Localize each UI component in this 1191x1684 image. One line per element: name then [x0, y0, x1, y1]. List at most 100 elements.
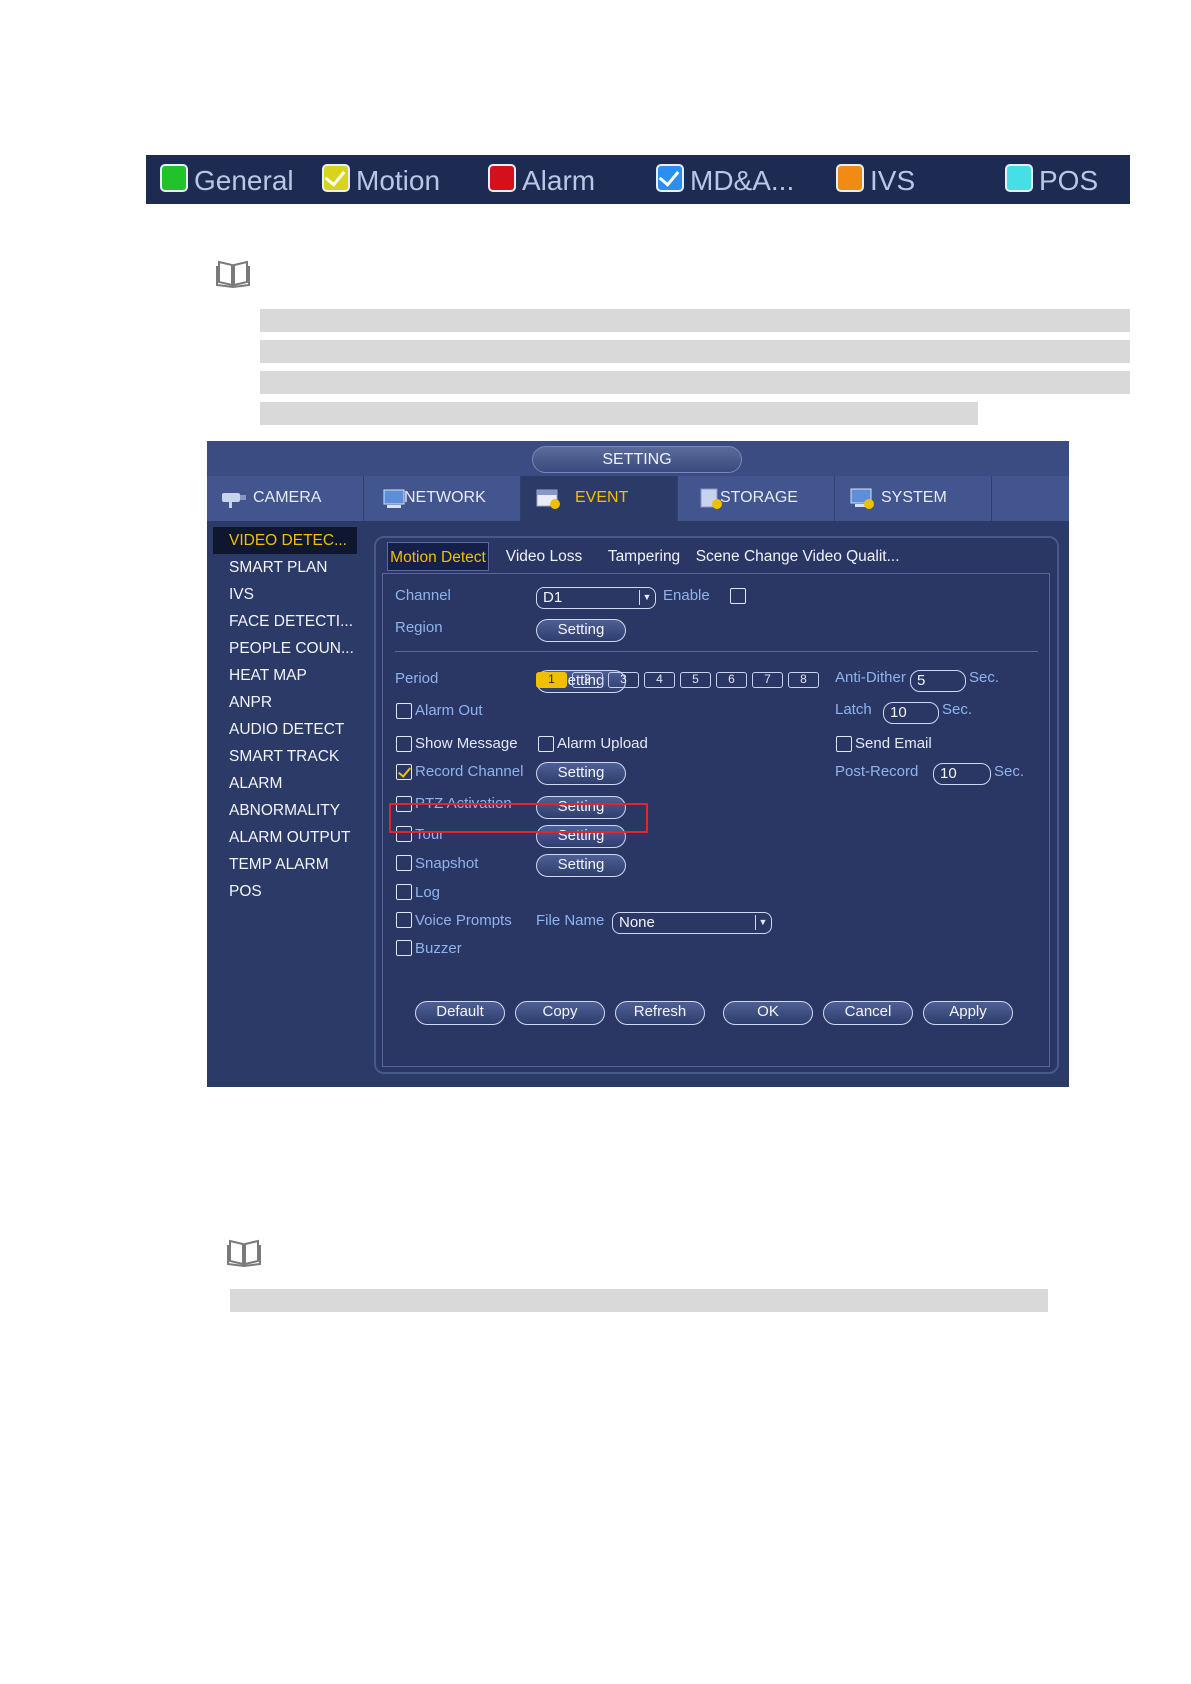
window-title: SETTING [532, 446, 742, 473]
latch-label: Latch [835, 701, 872, 718]
sidebar-item-alarm[interactable]: ALARM [213, 770, 357, 797]
chevron-down-icon: ▼ [639, 590, 654, 605]
file-name-value: None [619, 914, 655, 931]
tab-video-loss[interactable]: Video Loss [495, 542, 593, 571]
tab-label: EVENT [575, 489, 629, 506]
enable-checkbox[interactable] [730, 588, 746, 604]
sidebar-item-heat-map[interactable]: HEAT MAP [213, 662, 357, 689]
divider [395, 651, 1038, 652]
latch-unit: Sec. [942, 701, 973, 718]
snapshot-checkbox[interactable] [396, 855, 412, 871]
sidebar-item-abnormality[interactable]: ABNORMALITY [213, 797, 357, 824]
sidebar-item-alarm-output[interactable]: ALARM OUTPUT [213, 824, 357, 851]
log-checkbox[interactable] [396, 884, 412, 900]
sidebar-item-temp-alarm[interactable]: TEMP ALARM [213, 851, 357, 878]
legend-label: MD&A... [690, 165, 795, 196]
enable-label: Enable [663, 587, 710, 604]
alarm-out-channel-2[interactable]: 2 [572, 672, 603, 688]
file-name-select[interactable]: None ▼ [612, 912, 772, 934]
cyan-swatch-icon [1005, 164, 1033, 192]
alarm-out-checkbox[interactable] [396, 703, 412, 719]
post-record-input[interactable]: 10 [933, 763, 991, 785]
alarm-out-channel-7[interactable]: 7 [752, 672, 783, 688]
legend-label: Alarm [522, 165, 596, 196]
chevron-down-icon: ▼ [755, 915, 770, 930]
sidebar-item-pos[interactable]: POS [213, 878, 357, 905]
legend-label: Motion [356, 165, 441, 196]
anti-dither-label: Anti-Dither [835, 669, 906, 686]
event-type-legend: General Motion Alarm MD&A... IVS POS [146, 155, 1130, 204]
tab-storage[interactable]: STORAGE [678, 476, 835, 521]
yellow-check-swatch-icon [322, 164, 350, 192]
alarm-upload-label: Alarm Upload [557, 735, 648, 752]
tab-event[interactable]: EVENT [521, 476, 678, 521]
record-channel-checkbox[interactable] [396, 764, 412, 780]
tab-motion-detect[interactable]: Motion Detect [387, 542, 489, 571]
refresh-button[interactable]: Refresh [615, 1001, 705, 1025]
buzzer-label: Buzzer [415, 940, 462, 957]
tab-label: NETWORK [404, 489, 486, 506]
legend-label: POS [1039, 165, 1099, 196]
ok-button[interactable]: OK [723, 1001, 813, 1025]
latch-input[interactable]: 10 [883, 702, 939, 724]
file-name-label: File Name [536, 912, 605, 929]
alarm-out-channel-6[interactable]: 6 [716, 672, 747, 688]
tab-network[interactable]: NETWORK [364, 476, 521, 521]
sidebar-item-smart-plan[interactable]: SMART PLAN [213, 554, 357, 581]
tab-label: STORAGE [720, 489, 798, 506]
record-channel-setting-button[interactable]: Setting [536, 762, 626, 785]
sidebar-item-ivs[interactable]: IVS [213, 581, 357, 608]
legend-label: General [194, 165, 294, 196]
system-icon [850, 488, 874, 509]
main-tab-bar: CAMERA NETWORK EVENT STORAGE SYSTEM [207, 476, 1069, 521]
tab-camera[interactable]: CAMERA [207, 476, 364, 521]
sidebar-item-people-counting[interactable]: PEOPLE COUN... [213, 635, 357, 662]
show-message-checkbox[interactable] [396, 736, 412, 752]
voice-prompts-checkbox[interactable] [396, 912, 412, 928]
sidebar-item-anpr[interactable]: ANPR [213, 689, 357, 716]
voice-prompts-label: Voice Prompts [415, 912, 512, 929]
alarm-out-channel-8[interactable]: 8 [788, 672, 819, 688]
sidebar-item-face-detection[interactable]: FACE DETECTI... [213, 608, 357, 635]
buzzer-checkbox[interactable] [396, 940, 412, 956]
alarm-out-channel-4[interactable]: 4 [644, 672, 675, 688]
tab-tampering[interactable]: Tampering [596, 542, 692, 571]
copy-button[interactable]: Copy [515, 1001, 605, 1025]
redacted-text-line [230, 1289, 1048, 1312]
cancel-button[interactable]: Cancel [823, 1001, 913, 1025]
tab-video-quality[interactable]: Video Qualit... [802, 542, 900, 571]
channel-select[interactable]: D1 ▼ [536, 587, 656, 609]
setting-window: SETTING CAMERA NETWORK EVENT STORAGE SYS… [207, 441, 1069, 1087]
alarm-out-channel-5[interactable]: 5 [680, 672, 711, 688]
redacted-text-line [260, 402, 978, 425]
tab-scene-change[interactable]: Scene Change [694, 542, 800, 571]
note-book-icon [216, 260, 250, 288]
send-email-checkbox[interactable] [836, 736, 852, 752]
snapshot-highlight-box [389, 803, 648, 833]
post-record-label: Post-Record [835, 763, 919, 780]
legend-label: IVS [870, 165, 916, 196]
alarm-out-channel-3[interactable]: 3 [608, 672, 639, 688]
anti-dither-input[interactable]: 5 [910, 670, 966, 692]
sidebar-item-smart-track[interactable]: SMART TRACK [213, 743, 357, 770]
snapshot-setting-button[interactable]: Setting [536, 854, 626, 877]
alarm-upload-checkbox[interactable] [538, 736, 554, 752]
blue-check-swatch-icon [656, 164, 684, 192]
log-label: Log [415, 884, 441, 901]
default-button[interactable]: Default [415, 1001, 505, 1025]
sidebar-item-video-detect[interactable]: VIDEO DETEC... [213, 527, 357, 554]
anti-dither-unit: Sec. [969, 669, 1000, 686]
tab-label: CAMERA [253, 489, 322, 506]
sidebar-item-audio-detect[interactable]: AUDIO DETECT [213, 716, 357, 743]
show-message-label: Show Message [415, 735, 518, 752]
region-label: Region [395, 619, 443, 636]
post-record-unit: Sec. [994, 763, 1025, 780]
redacted-text-line [260, 340, 1130, 363]
redacted-text-line [260, 309, 1130, 332]
apply-button[interactable]: Apply [923, 1001, 1013, 1025]
tab-label: SYSTEM [881, 489, 947, 506]
redacted-text-line [260, 371, 1130, 394]
alarm-out-channel-1[interactable]: 1 [536, 672, 567, 688]
tab-system[interactable]: SYSTEM [835, 476, 992, 521]
region-setting-button[interactable]: Setting [536, 619, 626, 642]
